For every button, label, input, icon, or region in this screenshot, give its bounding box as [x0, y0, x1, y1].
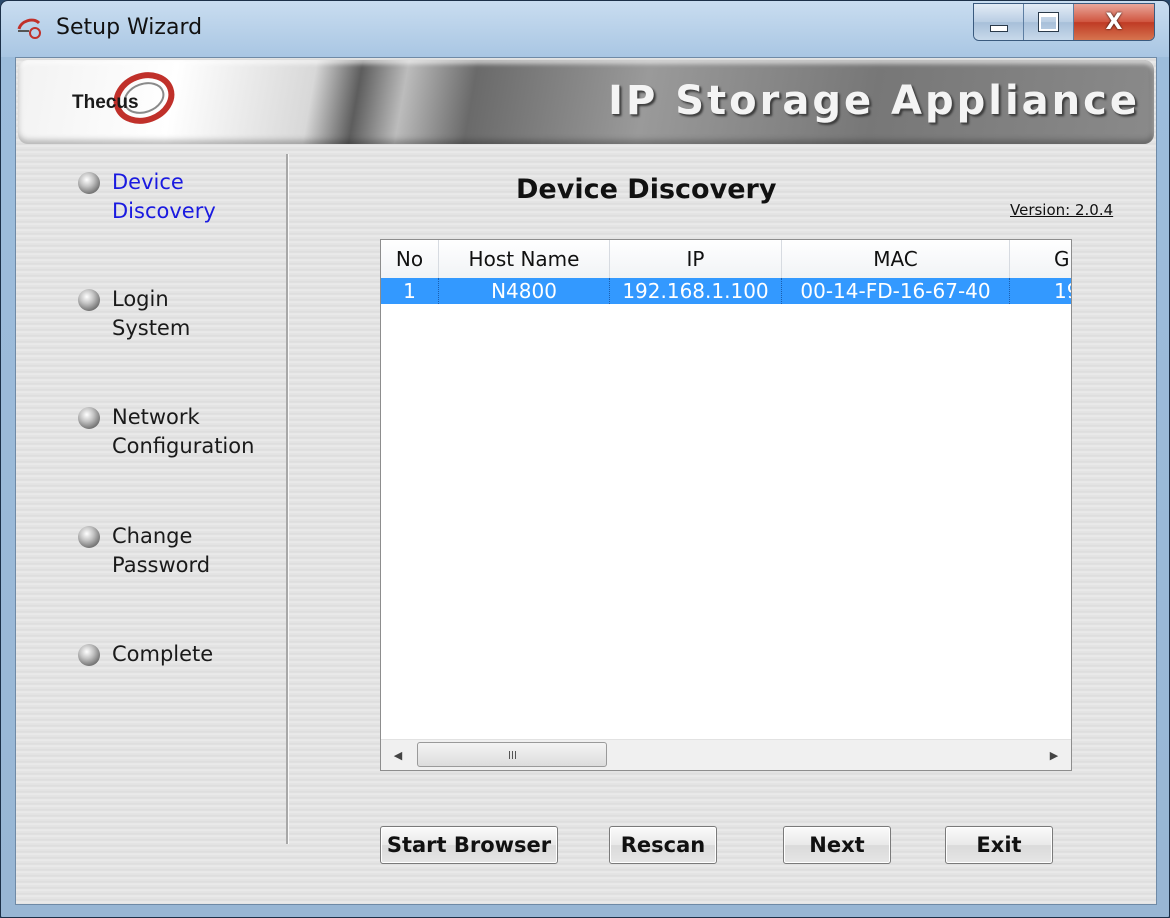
step-bullet-icon [78, 289, 100, 311]
step-label: Login System [112, 287, 191, 340]
step-change-password: Change Password [78, 522, 278, 580]
sidebar-divider [286, 154, 289, 844]
arrow-left-icon: ◀ [393, 748, 403, 762]
device-list-header: No Host Name IP MAC G [381, 240, 1071, 279]
scroll-left-button[interactable]: ◀ [381, 740, 415, 770]
column-header-ip[interactable]: IP [610, 240, 782, 278]
cell-host-name: N4800 [439, 278, 610, 304]
maximize-button[interactable] [1024, 4, 1074, 40]
cell-ip: 192.168.1.100 [610, 278, 782, 304]
thecus-app-icon [17, 18, 41, 39]
step-bullet-icon [78, 644, 100, 666]
window-title: Setup Wizard [56, 15, 203, 40]
step-label: Network Configuration [112, 405, 255, 458]
step-label: Change Password [112, 524, 211, 577]
cell-mac: 00-14-FD-16-67-40 [782, 278, 1010, 304]
device-list[interactable]: No Host Name IP MAC G 1 N4800 192.168.1.… [380, 239, 1072, 771]
product-title: IP Storage Appliance [608, 78, 1140, 124]
grip-icon [508, 750, 516, 759]
scrollbar-thumb[interactable] [417, 742, 607, 767]
svg-text:Thecus: Thecus [72, 92, 139, 113]
step-login-system: Login System [78, 285, 278, 343]
step-complete: Complete [78, 640, 278, 669]
scroll-right-button[interactable]: ▶ [1037, 740, 1071, 770]
column-header-no[interactable]: No [381, 240, 439, 278]
window-controls: X [973, 3, 1155, 41]
column-header-g[interactable]: G [1010, 240, 1071, 278]
step-label: Complete [112, 642, 214, 666]
version-label: Version: 2.0.4 [1010, 201, 1114, 219]
minimize-button[interactable] [974, 4, 1024, 40]
column-header-host-name[interactable]: Host Name [439, 240, 610, 278]
cell-no: 1 [381, 278, 439, 304]
column-header-mac[interactable]: MAC [782, 240, 1010, 278]
step-bullet-icon [78, 172, 100, 194]
setup-wizard-window: Setup Wizard X Thecus IP Storage Applian… [0, 0, 1170, 918]
rescan-button[interactable]: Rescan [609, 826, 717, 864]
horizontal-scrollbar[interactable]: ◀ ▶ [381, 739, 1071, 770]
thecus-logo: Thecus [72, 72, 175, 124]
page-title: Device Discovery [516, 174, 777, 205]
wizard-client-area: Thecus IP Storage Appliance Device Discov… [15, 57, 1157, 905]
close-icon: X [1105, 9, 1123, 35]
minimize-icon [989, 24, 1008, 32]
title-bar[interactable]: Setup Wizard X [1, 1, 1169, 57]
step-device-discovery: Device Discovery [78, 168, 278, 226]
start-browser-button[interactable]: Start Browser [380, 826, 558, 864]
step-bullet-icon [78, 407, 100, 429]
exit-button[interactable]: Exit [945, 826, 1053, 864]
close-button[interactable]: X [1074, 4, 1154, 40]
arrow-right-icon: ▶ [1049, 748, 1059, 762]
maximize-icon [1038, 12, 1059, 32]
cell-g: 19 [1010, 278, 1071, 304]
step-network-configuration: Network Configuration [78, 403, 278, 461]
next-button[interactable]: Next [783, 826, 891, 864]
header-banner: Thecus IP Storage Appliance [18, 60, 1154, 144]
step-bullet-icon [78, 526, 100, 548]
table-row[interactable]: 1 N4800 192.168.1.100 00-14-FD-16-67-40 … [381, 278, 1071, 304]
step-label: Device Discovery [112, 170, 216, 223]
